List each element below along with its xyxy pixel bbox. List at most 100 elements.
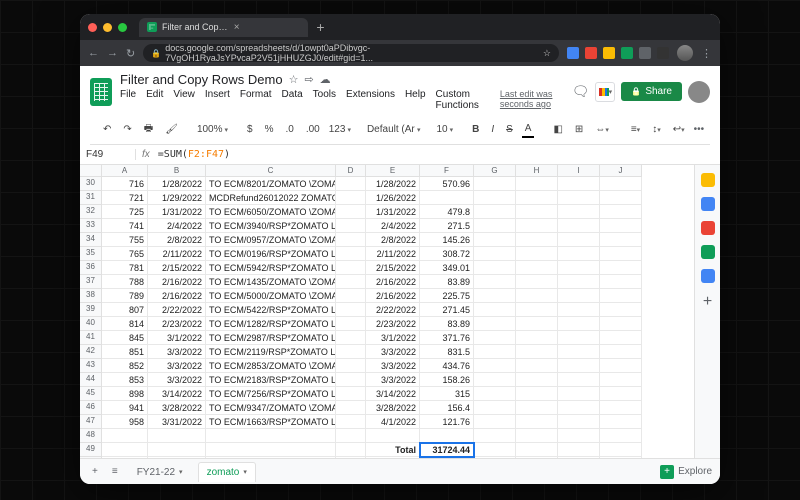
cell[interactable]: 1/31/2022 [366,205,420,219]
cell[interactable] [600,359,642,373]
cell[interactable]: 271.45 [420,303,474,317]
menu-help[interactable]: Help [405,89,426,111]
cell[interactable] [558,429,600,443]
cell[interactable] [336,191,366,205]
row-header[interactable]: 50 [80,457,102,458]
column-header[interactable]: B [148,165,206,177]
side-panel-add-icon[interactable]: + [703,293,712,311]
column-header[interactable]: E [366,165,420,177]
cell[interactable]: 2/11/2022 [366,247,420,261]
cell[interactable]: TO ECM/0957/ZOMATO \ZOMATO [206,233,336,247]
menu-view[interactable]: View [173,89,195,111]
cell[interactable] [336,303,366,317]
cell[interactable] [336,457,366,458]
select-all-corner[interactable] [80,165,102,177]
number-format-select[interactable]: 123▾ [329,124,351,135]
cell[interactable] [600,233,642,247]
font-size-select[interactable]: 10▾ [436,124,453,135]
cell[interactable] [206,429,336,443]
cell[interactable]: 2/23/2022 [148,317,206,331]
cell[interactable] [474,261,516,275]
cell[interactable] [558,331,600,345]
cell[interactable] [474,345,516,359]
extension-icon[interactable] [585,47,597,59]
side-panel-app-icon[interactable] [701,245,715,259]
cell[interactable] [516,415,558,429]
cell[interactable] [474,219,516,233]
cell[interactable] [148,443,206,457]
cell[interactable] [102,429,148,443]
cell[interactable]: 1/29/2022 [148,191,206,205]
row-header[interactable]: 33 [80,219,102,233]
name-box[interactable]: F49 [80,149,136,160]
cell[interactable] [474,177,516,191]
cell[interactable] [516,233,558,247]
cell[interactable]: 1/28/2022 [148,177,206,191]
cell[interactable] [600,261,642,275]
cell[interactable] [558,457,600,458]
cell[interactable] [558,443,600,457]
cell[interactable]: 315 [420,387,474,401]
cell[interactable]: 371.76 [420,331,474,345]
cell[interactable] [474,373,516,387]
cell[interactable] [336,261,366,275]
cell[interactable] [148,429,206,443]
cell[interactable] [600,443,642,457]
percent-icon[interactable]: % [262,122,277,137]
cell[interactable]: TO ECM/2183/RSP*ZOMATO LIM [206,373,336,387]
cell[interactable]: 3/31/2022 [148,415,206,429]
borders-icon[interactable]: ⊞ [572,122,586,137]
cell[interactable]: 2/15/2022 [148,261,206,275]
cell[interactable]: 145.26 [420,233,474,247]
cell[interactable] [600,415,642,429]
text-color-button[interactable]: A [522,121,535,138]
strikethrough-button[interactable]: S [503,122,516,137]
cell[interactable] [600,205,642,219]
cell[interactable]: TO ECM/2119/RSP*ZOMATO LIM [206,345,336,359]
merge-cells-icon[interactable]: ⇔▾ [592,122,612,137]
cell[interactable]: 156.4 [420,401,474,415]
cell[interactable]: TO ECM/1663/RSP*ZOMATO LIM [206,415,336,429]
cell[interactable] [516,317,558,331]
cell[interactable] [148,457,206,458]
cell[interactable]: 2/22/2022 [366,303,420,317]
cell[interactable]: TO ECM/6050/ZOMATO \ZOMATO [206,205,336,219]
side-panel-app-icon[interactable] [701,197,715,211]
browser-tab[interactable]: Filter and Copy Rows Demo - G × [139,18,308,37]
cell[interactable] [558,303,600,317]
cell[interactable]: TO ECM/1435/ZOMATO \ZOMATO [206,275,336,289]
cell[interactable]: 225.75 [420,289,474,303]
cell[interactable]: 845 [102,331,148,345]
menu-edit[interactable]: Edit [146,89,163,111]
cell[interactable] [336,401,366,415]
column-header[interactable]: G [474,165,516,177]
cell[interactable] [600,345,642,359]
comment-history-icon[interactable]: 🗨 [572,83,590,100]
cell[interactable] [102,443,148,457]
extension-icon[interactable] [621,47,633,59]
cell[interactable]: 2/4/2022 [148,219,206,233]
cell[interactable]: 1/31/2022 [148,205,206,219]
row-header[interactable]: 40 [80,317,102,331]
cell[interactable] [600,289,642,303]
cell[interactable]: 2/8/2022 [148,233,206,247]
cell[interactable] [516,303,558,317]
cell[interactable] [516,247,558,261]
menu-tools[interactable]: Tools [313,89,336,111]
cell[interactable]: 958 [102,415,148,429]
cell[interactable]: 3/14/2022 [366,387,420,401]
cell[interactable] [420,457,474,458]
cell[interactable] [600,219,642,233]
fill-color-icon[interactable]: ◧ [550,122,565,137]
cell[interactable]: 721 [102,191,148,205]
cell[interactable]: 83.89 [420,317,474,331]
v-align-icon[interactable]: ↕▾ [649,122,664,137]
last-edit-text[interactable]: Last edit was seconds ago [500,89,564,111]
cell[interactable]: TO ECM/5000/ZOMATO \ZOMATO [206,289,336,303]
share-button[interactable]: Share [621,82,682,101]
explore-button[interactable]: Explore [660,465,712,479]
wrap-text-icon[interactable]: ↩▾ [670,122,688,137]
cell[interactable] [516,457,558,458]
cell[interactable] [336,415,366,429]
cell[interactable]: 3/14/2022 [148,387,206,401]
